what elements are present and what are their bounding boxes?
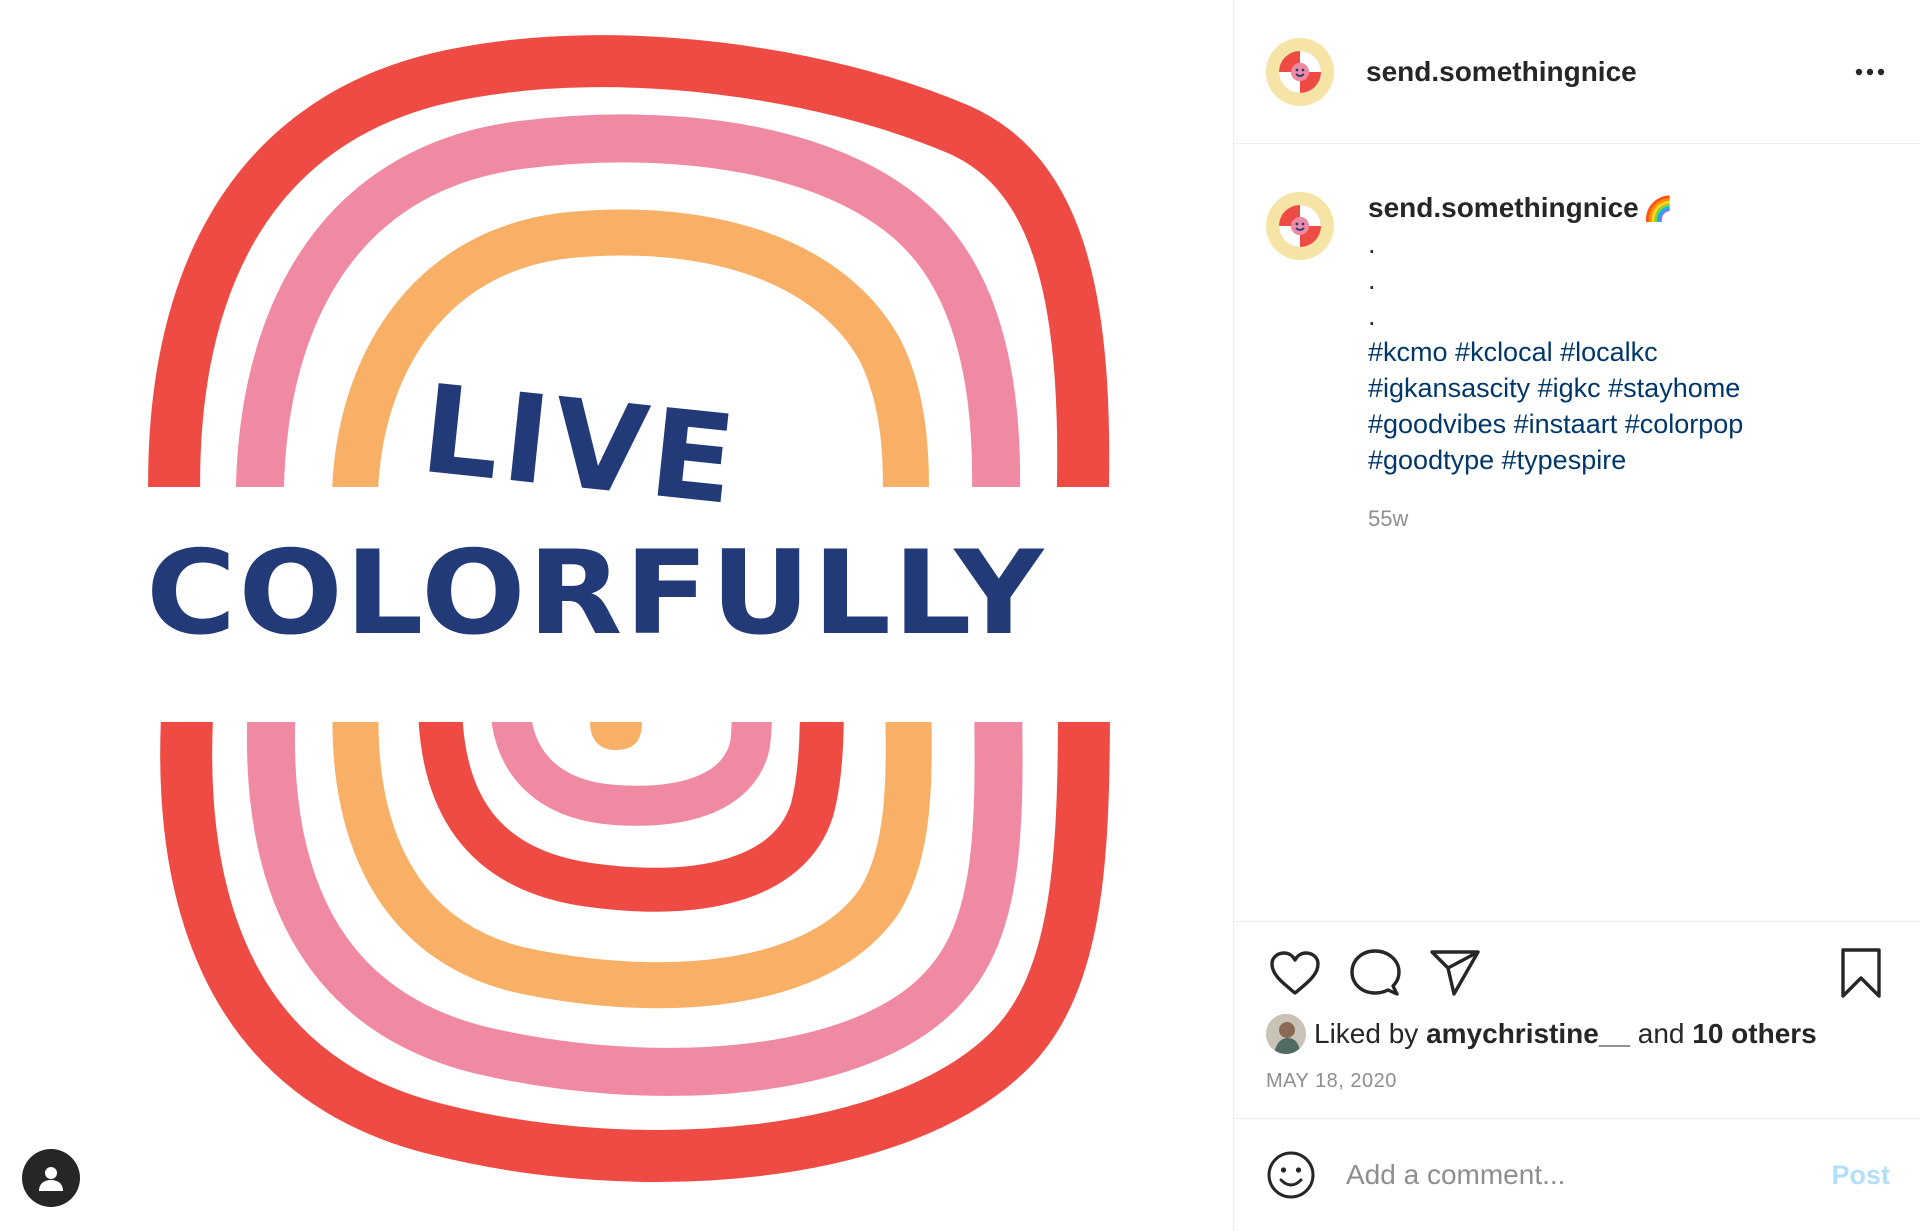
hashtag-link[interactable]: #goodtype — [1368, 445, 1494, 475]
tagged-users-button[interactable] — [22, 1149, 80, 1207]
likes-others-link[interactable]: 10 others — [1692, 1018, 1817, 1050]
artwork-line-colorfully: COLORFULLY — [146, 526, 1046, 661]
hashtag-line: #goodtype #typespire — [1368, 442, 1743, 478]
caption-username[interactable]: send.somethingnice — [1368, 192, 1639, 223]
rainbow-emoji: 🌈 — [1643, 196, 1674, 223]
save-button[interactable] — [1832, 944, 1890, 1002]
share-button[interactable] — [1426, 944, 1484, 1002]
post-comment-button[interactable]: Post — [1831, 1160, 1890, 1191]
hashtag-line: #igkansascity #igkc #stayhome — [1368, 370, 1743, 406]
smiley-icon — [1267, 1151, 1315, 1199]
likes-prefix: Liked by — [1314, 1018, 1419, 1049]
post-date[interactable]: MAY 18, 2020 — [1266, 1070, 1890, 1093]
caption-body: send.somethingnice 🌈 . . . #kcmo #kcloca… — [1368, 192, 1743, 921]
post-actions: Liked by amychristine__ and 10 others MA… — [1234, 921, 1920, 1118]
caption-section: send.somethingnice 🌈 . . . #kcmo #kcloca… — [1234, 144, 1920, 921]
caption-text: . . . #kcmo #kclocal #localkc #igkansasc… — [1368, 226, 1743, 478]
profile-avatar[interactable] — [1266, 37, 1334, 106]
comment-bubble-icon — [1350, 949, 1401, 996]
likes-joiner: and — [1637, 1018, 1685, 1049]
post-sidebar: send.somethingnice send.somethingnice 🌈 … — [1234, 0, 1920, 1231]
hashtag-link[interactable]: #igkc — [1538, 373, 1601, 403]
bookmark-icon — [1841, 948, 1881, 998]
caption-dot: . — [1368, 229, 1376, 259]
post-image[interactable]: LIVE COLORFULLY — [0, 0, 1234, 1231]
post-header: send.somethingnice — [1234, 0, 1920, 144]
comment-input[interactable] — [1344, 1158, 1832, 1192]
caption-dot: . — [1368, 301, 1376, 331]
hashtag-link[interactable]: #localkc — [1560, 337, 1658, 367]
emoji-button[interactable] — [1266, 1150, 1316, 1200]
hashtag-line: #goodvibes #instaart #colorpop — [1368, 406, 1743, 442]
action-icons-row — [1266, 944, 1890, 1002]
user-icon — [39, 1167, 63, 1191]
caption-dot: . — [1368, 265, 1376, 295]
hashtag-link[interactable]: #instaart — [1514, 409, 1618, 439]
lifebuoy-avatar-icon — [1279, 50, 1321, 93]
liker-username[interactable]: amychristine__ — [1426, 1018, 1630, 1050]
hashtag-link[interactable]: #colorpop — [1625, 409, 1744, 439]
hashtag-link[interactable]: #kclocal — [1455, 337, 1553, 367]
comment-form: Post — [1234, 1118, 1920, 1231]
like-button[interactable] — [1266, 944, 1324, 1002]
hashtag-link[interactable]: #stayhome — [1608, 373, 1740, 403]
heart-icon — [1270, 951, 1320, 995]
likes-summary: Liked by amychristine__ and 10 others — [1266, 1014, 1890, 1054]
instagram-post: LIVE COLORFULLY send.somethingnice send.… — [0, 0, 1920, 1231]
more-options-icon — [1855, 68, 1885, 75]
hashtag-line: #kcmo #kclocal #localkc — [1368, 334, 1743, 370]
liker-avatar[interactable] — [1266, 1014, 1306, 1054]
hashtag-link[interactable]: #goodvibes — [1368, 409, 1506, 439]
paper-plane-icon — [1430, 950, 1480, 996]
comment-button[interactable] — [1346, 944, 1404, 1002]
hashtag-link[interactable]: #kcmo — [1368, 337, 1448, 367]
caption-avatar[interactable] — [1266, 192, 1334, 260]
liker-photo — [1266, 1014, 1306, 1054]
hashtag-link[interactable]: #typespire — [1502, 445, 1627, 475]
lifebuoy-avatar-icon — [1279, 205, 1321, 247]
post-age[interactable]: 55w — [1368, 506, 1743, 532]
header-username[interactable]: send.somethingnice — [1366, 56, 1850, 88]
more-options-button[interactable] — [1850, 52, 1890, 92]
hashtag-link[interactable]: #igkansascity — [1368, 373, 1530, 403]
